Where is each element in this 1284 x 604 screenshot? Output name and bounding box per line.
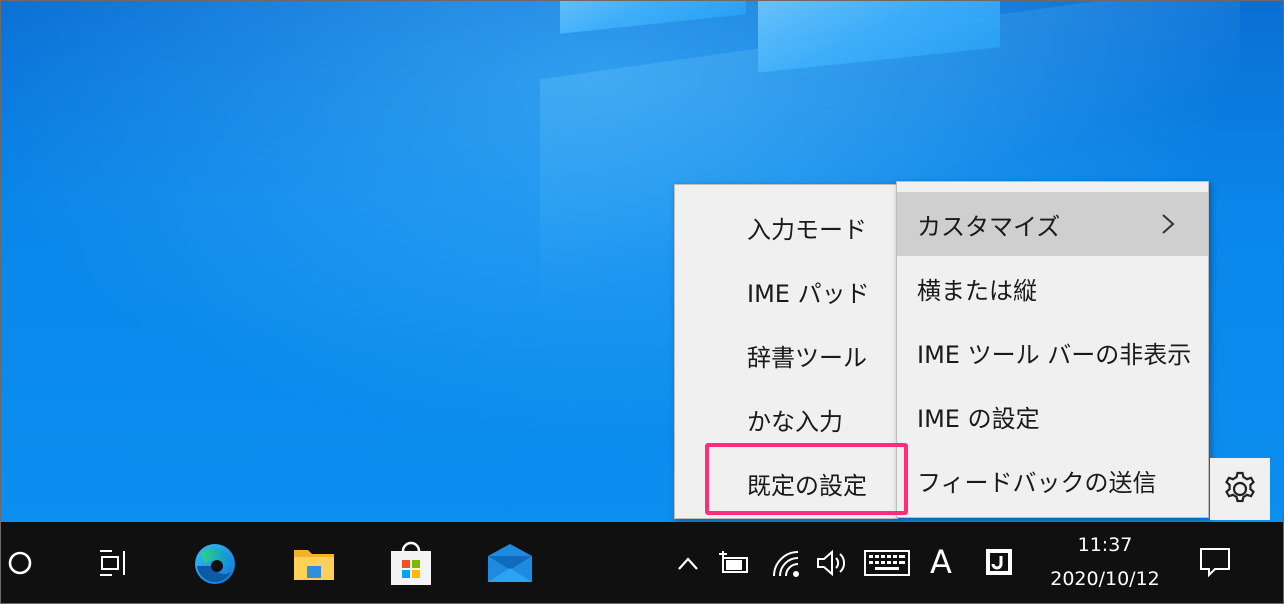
wifi-icon[interactable] (770, 548, 804, 580)
menu-item-ime-pad[interactable]: IME パッド (675, 259, 897, 323)
battery-icon[interactable] (716, 548, 752, 578)
menu-item-label: IME ツール バーの非表示 (917, 340, 1192, 369)
menu-item-label: IME の設定 (917, 404, 1040, 433)
menu-item-hide-ime-toolbar[interactable]: IME ツール バーの非表示 (897, 320, 1208, 384)
chevron-up-icon[interactable] (676, 550, 700, 578)
cortana-circle-icon[interactable] (4, 546, 36, 580)
menu-item-dictionary-tool[interactable]: 辞書ツール (675, 323, 897, 387)
file-explorer-icon[interactable] (290, 542, 338, 586)
windows-logo-pane (560, 0, 746, 34)
menu-item-customize[interactable]: カスタマイズ (897, 192, 1208, 256)
ime-settings-gear-button[interactable] (1210, 458, 1270, 520)
action-center-icon[interactable] (1196, 544, 1234, 580)
clock-date: 2020/10/12 (1050, 568, 1160, 590)
menu-item-input-mode[interactable]: 入力モード (675, 195, 897, 259)
edge-icon[interactable] (188, 540, 242, 588)
task-view-icon[interactable] (94, 546, 134, 580)
ime-mode-indicator[interactable]: A (926, 540, 956, 584)
menu-item-label: 入力モード (747, 215, 867, 244)
highlight-annotation-box (705, 443, 908, 515)
menu-item-ime-settings[interactable]: IME の設定 (897, 384, 1208, 448)
ime-mode-label: A (930, 543, 952, 581)
menu-item-kana-input[interactable]: かな入力 (675, 387, 897, 451)
menu-item-label: IME パッド (747, 279, 870, 308)
ime-toolbar-icon[interactable] (982, 546, 1016, 578)
volume-icon[interactable] (814, 548, 850, 578)
menu-item-label: カスタマイズ (917, 212, 1061, 241)
clock-time: 11:37 (1077, 534, 1133, 556)
taskbar-clock[interactable]: 11:37 2020/10/12 (1030, 530, 1180, 598)
microsoft-store-icon[interactable] (386, 538, 436, 588)
ime-context-submenu: カスタマイズ 横または縦 IME ツール バーの非表示 IME の設定 フィード… (896, 181, 1209, 518)
menu-item-send-feedback[interactable]: フィードバックの送信 (897, 448, 1208, 512)
gear-icon (1225, 471, 1255, 503)
menu-item-label: かな入力 (747, 407, 843, 436)
menu-item-horizontal-vertical[interactable]: 横または縦 (897, 256, 1208, 320)
chevron-right-icon (1162, 214, 1175, 234)
menu-item-label: 横または縦 (917, 276, 1037, 305)
menu-item-label: 辞書ツール (747, 343, 867, 372)
touch-keyboard-icon[interactable] (862, 548, 912, 578)
mail-icon[interactable] (484, 540, 536, 586)
menu-item-label: フィードバックの送信 (917, 468, 1157, 497)
